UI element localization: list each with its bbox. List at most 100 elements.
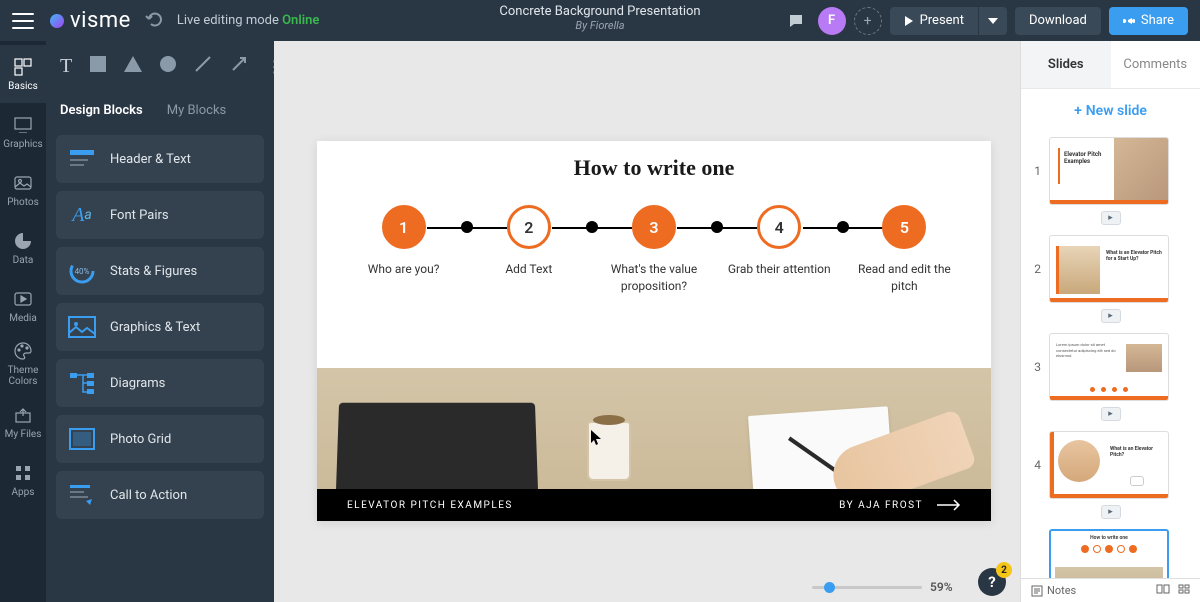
graphics-icon [13,115,33,135]
block-call-to-action[interactable]: Call to Action [56,471,264,519]
block-header-text[interactable]: Header & Text [56,135,264,183]
thumb-number: 4 [1031,458,1041,472]
tab-slides[interactable]: Slides [1021,41,1111,88]
zoom-slider[interactable] [812,586,922,589]
undo-icon[interactable] [145,11,163,31]
present-button[interactable]: Present [890,7,978,35]
new-slide-button[interactable]: +New slide [1021,89,1200,133]
palette-icon [13,341,33,361]
comment-icon[interactable] [782,7,810,35]
notes-toggle[interactable]: Notes [1031,584,1076,597]
arrow-tool[interactable] [230,55,248,77]
add-user-button[interactable]: + [854,7,882,35]
diagrams-icon [66,368,98,398]
user-avatar[interactable]: F [818,7,846,35]
brand-logo[interactable]: visme [50,8,131,33]
font-pairs-icon: Aa [66,200,98,230]
slide-thumb-3[interactable]: Lorem ipsum dolor sit amet consectetur a… [1049,333,1169,401]
rail-data[interactable]: Data [0,219,46,277]
step-3[interactable]: 3 What's the value proposition? [591,205,716,295]
step-4[interactable]: 4 Grab their attention [717,205,842,278]
share-icon [1123,15,1135,27]
block-graphics-text[interactable]: Graphics & Text [56,303,264,351]
right-panel-tabs: Slides Comments [1021,41,1200,89]
tab-my-blocks[interactable]: My Blocks [167,103,227,118]
menu-icon[interactable] [12,13,34,29]
animation-badge[interactable]: ▸ [1101,309,1121,323]
slide-thumb-2[interactable]: What is an Elevator Pitch for a Start Up… [1049,235,1169,303]
slide-thumb-4[interactable]: What is an Elevator Pitch? [1049,431,1169,499]
present-dropdown[interactable] [979,7,1007,35]
slide-title[interactable]: How to write one [317,155,991,181]
rail-photos[interactable]: Photos [0,161,46,219]
thumb-number: 1 [1031,164,1041,178]
triangle-tool[interactable] [124,56,142,76]
step-3-label: What's the value proposition? [599,261,709,295]
right-panel: Slides Comments +New slide 1 Elevator Pi… [1020,41,1200,602]
shape-toolbar: T ⋮ [46,41,274,91]
basics-icon [13,57,33,77]
slide-canvas[interactable]: How to write one 1 Who are you? 2 Add Te… [317,141,991,521]
text-tool[interactable]: T [60,55,72,78]
brand-text: visme [70,8,131,33]
logo-dot-icon [50,14,64,28]
step-4-label: Grab their attention [728,261,831,278]
step-1-circle: 1 [382,205,426,249]
thumb-number: 2 [1031,262,1041,276]
help-button[interactable]: ? 2 [978,568,1006,596]
svg-text:40%: 40% [75,267,90,276]
rail-basics[interactable]: Basics [0,45,46,103]
block-tabs: Design Blocks My Blocks [46,91,274,129]
animation-badge[interactable]: ▸ [1101,407,1121,421]
step-2-circle: 2 [507,205,551,249]
footer-left: ELEVATOR PITCH EXAMPLES [347,500,513,511]
rail-media[interactable]: Media [0,277,46,335]
top-bar: visme Live editing mode Online Concrete … [0,0,1200,41]
animation-badge[interactable]: ▸ [1101,211,1121,225]
stats-icon: 40% [66,256,98,286]
tab-comments[interactable]: Comments [1111,41,1200,88]
zoom-control: 59% [812,580,953,594]
arrow-right-icon [937,499,961,511]
download-button[interactable]: Download [1015,7,1101,35]
view-grid-icon[interactable] [1178,584,1190,597]
tab-design-blocks[interactable]: Design Blocks [60,103,143,118]
step-5[interactable]: 5 Read and edit the pitch [842,205,967,295]
editing-mode-label: Live editing mode Online [177,13,320,28]
block-photo-grid[interactable]: Photo Grid [56,415,264,463]
document-title-block: Concrete Background Presentation By Fior… [499,4,700,32]
slide-footer[interactable]: ELEVATOR PITCH EXAMPLES BY AJA FROST [317,489,991,521]
share-button[interactable]: Share [1109,7,1188,35]
block-stats-figures[interactable]: 40% Stats & Figures [56,247,264,295]
photo-grid-icon [66,424,98,454]
animation-badge[interactable]: ▸ [1101,505,1121,519]
left-nav-rail: Basics Graphics Photos Data Media Theme … [0,41,46,602]
media-icon [13,289,33,309]
step-1-label: Who are you? [368,261,440,278]
rail-apps[interactable]: Apps [0,451,46,509]
rail-theme-colors[interactable]: Theme Colors [0,335,46,393]
chevron-down-icon [988,18,998,24]
rail-my-files[interactable]: My Files [0,393,46,451]
line-tool[interactable] [194,55,212,77]
step-1[interactable]: 1 Who are you? [341,205,466,278]
apps-icon [13,463,33,483]
view-single-icon[interactable] [1156,584,1170,597]
step-5-circle: 5 [882,205,926,249]
square-tool[interactable] [90,56,106,76]
step-3-circle: 3 [632,205,676,249]
block-font-pairs[interactable]: Aa Font Pairs [56,191,264,239]
block-diagrams[interactable]: Diagrams [56,359,264,407]
slide-thumb-1[interactable]: Elevator Pitch Examples [1049,137,1169,205]
thumb-number: 3 [1031,360,1041,374]
footer-right: BY AJA FROST [839,500,923,511]
canvas-area[interactable]: How to write one 1 Who are you? 2 Add Te… [274,41,1020,602]
upload-icon [13,405,33,425]
step-2[interactable]: 2 Add Text [466,205,591,278]
photos-icon [13,173,33,193]
zoom-percent: 59% [930,580,953,594]
circle-tool[interactable] [160,56,176,76]
design-blocks-panel: T ⋮ Design Blocks My Blocks Header & Tex… [46,41,274,602]
graphics-text-icon [66,312,98,342]
rail-graphics[interactable]: Graphics [0,103,46,161]
